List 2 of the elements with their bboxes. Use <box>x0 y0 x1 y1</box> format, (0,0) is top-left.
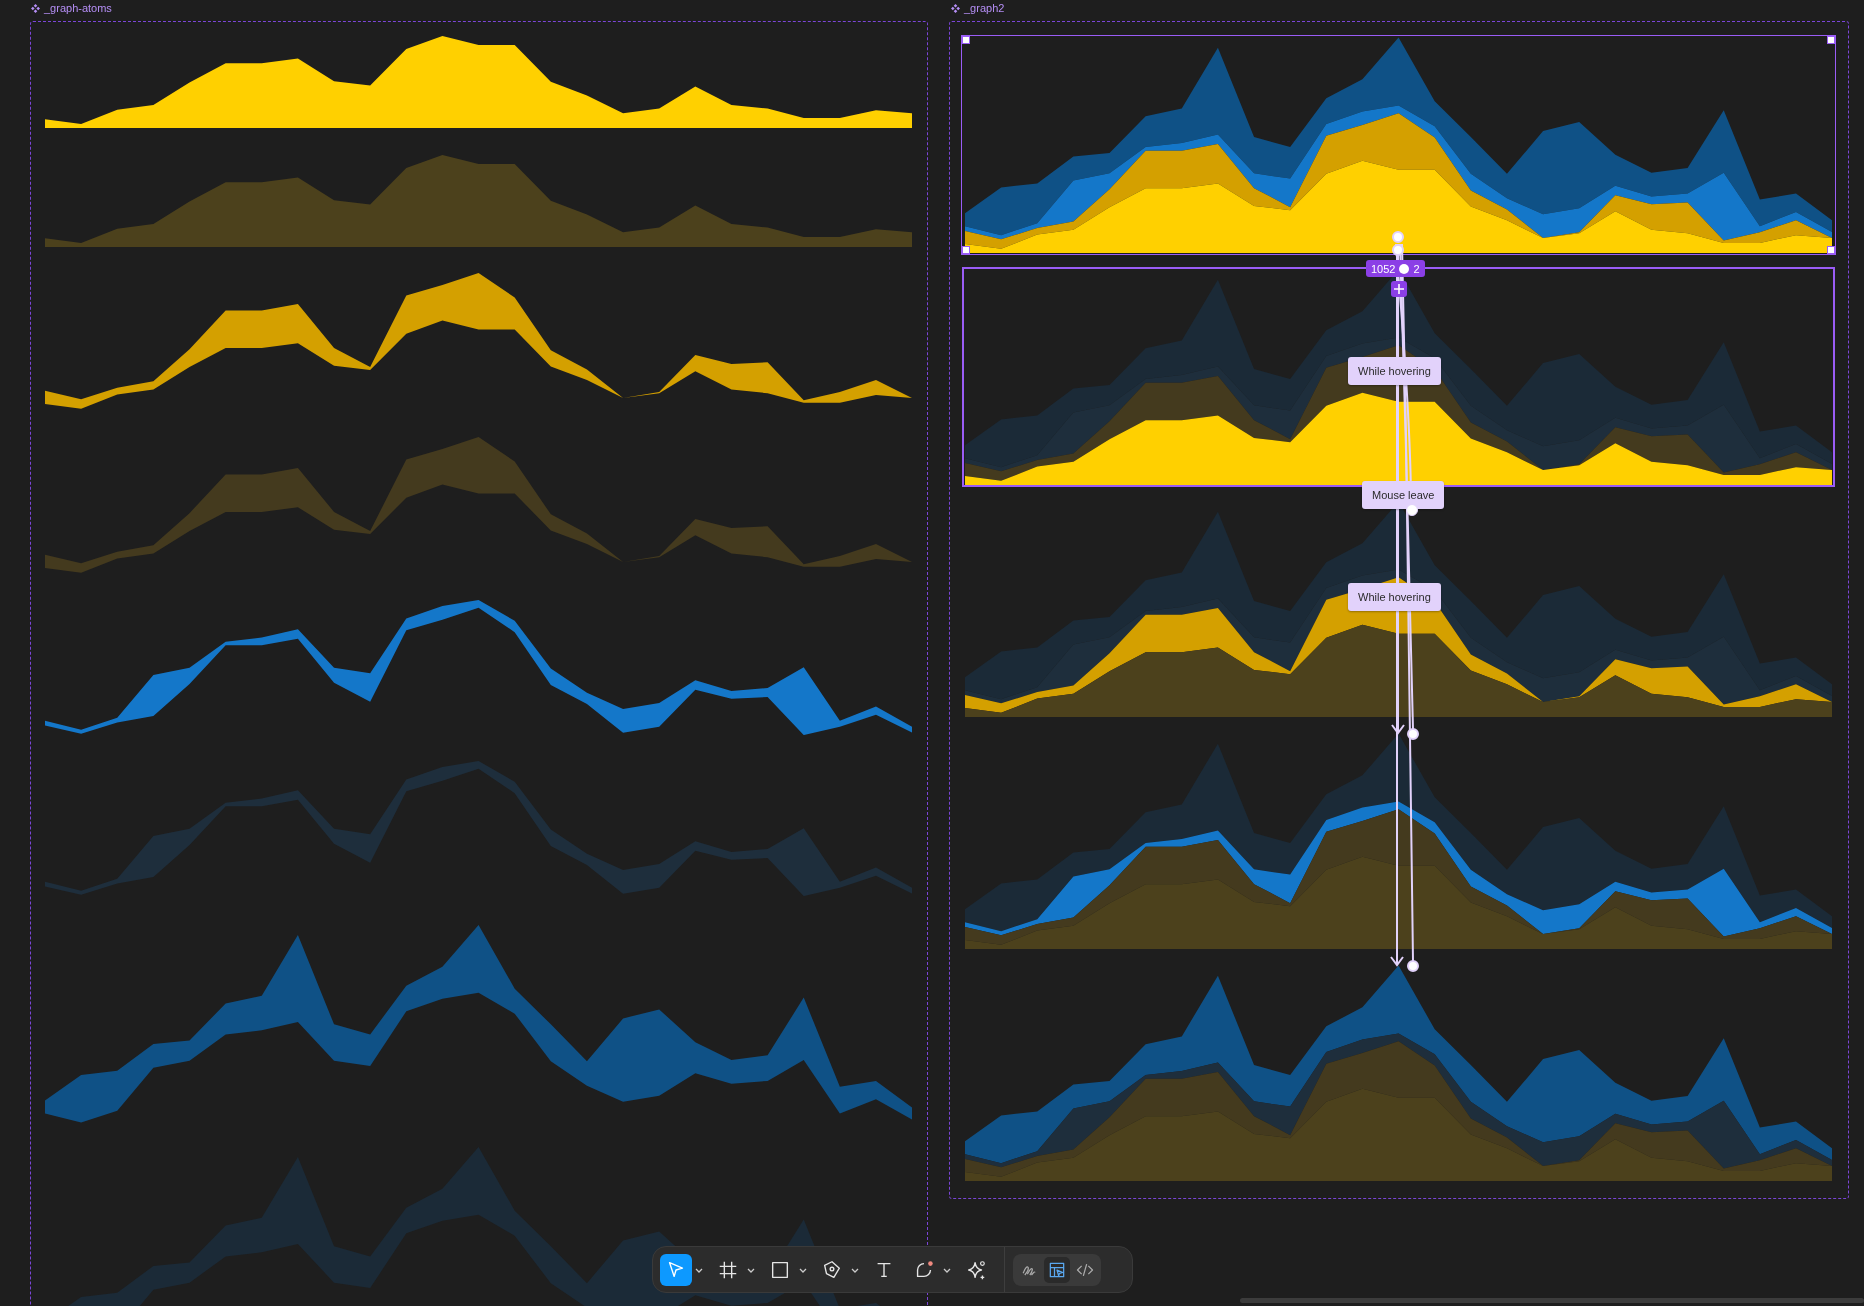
width-value: 1052 <box>1371 262 1396 275</box>
height-value: 2 <box>1413 262 1420 275</box>
